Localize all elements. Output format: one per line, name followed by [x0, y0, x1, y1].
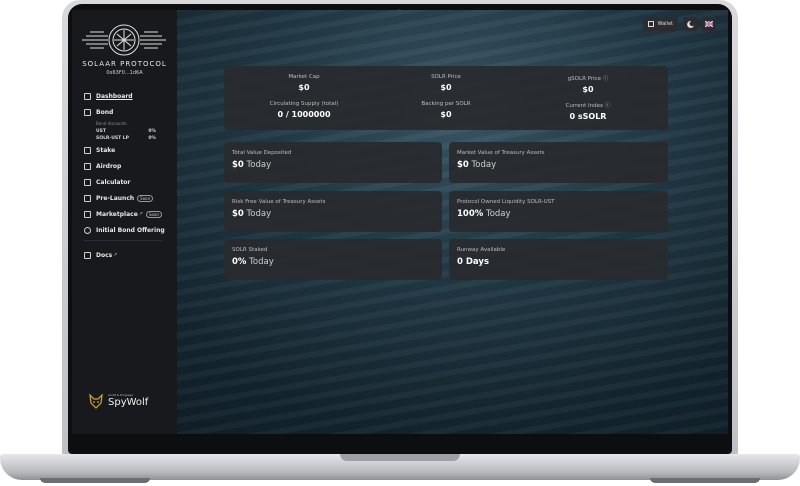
stake-icon: [84, 146, 91, 154]
stat-label: Current Index ⓘ: [565, 103, 611, 109]
external-link-icon: ↗: [138, 211, 143, 217]
sidebar-item-pre-launch[interactable]: Pre-Launch Soon: [84, 192, 172, 204]
sidebar-item-label: Bond: [96, 108, 114, 116]
bond-discount-row[interactable]: UST 0%: [96, 129, 156, 134]
stat-value: $0: [298, 83, 310, 92]
stat-solr-price: SOLR Price $0: [386, 74, 506, 92]
metric-label: Runway Available: [457, 247, 506, 253]
laptop-notch: [340, 454, 460, 461]
docs-icon: [84, 251, 91, 259]
metric-value: $0 Today: [457, 160, 497, 170]
bond-value: 0%: [148, 129, 156, 134]
stat-backing-per-solr: Backing per SOLR $0: [386, 101, 506, 119]
sidebar-item-label: Airdrop: [96, 162, 122, 170]
metric-runway-available: Runway Available 0 Days: [449, 239, 668, 280]
metric-risk-free-value: Risk Free Value of Treasury Assets $0 To…: [224, 191, 442, 232]
laptop-foot-right: [650, 478, 760, 483]
bond-name: SOLR-UST LP: [96, 136, 129, 141]
pre-launch-icon: [84, 194, 91, 202]
metric-total-value-deposited: Total Value Deposited $0 Today: [224, 142, 442, 183]
sidebar-item-initial-bond-offering[interactable]: Initial Bond Offering: [84, 224, 172, 236]
sidebar-item-label: Stake: [96, 146, 116, 154]
sidebar-item-bond[interactable]: Bond: [84, 106, 172, 118]
header-actions: Wallet: [643, 17, 716, 31]
calculator-icon: [84, 178, 91, 186]
app-screen: SOLAAR PROTOCOL 0x63F0...1d6A Dashboard …: [72, 10, 728, 434]
brand-name: SOLAAR PROTOCOL: [82, 60, 167, 68]
metric-solr-staked: SOLR Staked 0% Today: [224, 239, 442, 280]
bond-discount-row[interactable]: SOLR-UST LP 0%: [96, 136, 156, 141]
metric-value: 100% Today: [457, 209, 511, 219]
laptop-foot-left: [40, 478, 150, 483]
metric-label: Risk Free Value of Treasury Assets: [232, 199, 326, 205]
stat-label: Backing per SOLR: [421, 101, 471, 107]
language-button[interactable]: [702, 17, 716, 31]
dashboard-icon: [84, 92, 91, 100]
wallet-icon: [648, 21, 655, 27]
sidebar-item-label: Pre-Launch: [96, 194, 135, 202]
metric-value: 0% Today: [232, 257, 274, 267]
stat-gsolr-price: gSOLR Price ⓘ $0: [528, 74, 648, 94]
wallet-button-label: Wallet: [657, 21, 673, 27]
airdrop-icon: [84, 162, 91, 170]
sidebar-item-label: Dashboard: [96, 92, 133, 100]
wallet-button[interactable]: Wallet: [643, 17, 678, 31]
sidebar-item-calculator[interactable]: Calculator: [84, 176, 172, 188]
bond-name: UST: [96, 129, 106, 134]
stat-label: SOLR Price: [431, 74, 461, 80]
stat-label: gSOLR Price ⓘ: [567, 76, 609, 82]
stat-current-index: Current Index ⓘ 0 sSOLR: [528, 101, 648, 121]
stat-market-cap: Market Cap $0: [244, 74, 364, 92]
stat-value: 0 sSOLR: [569, 112, 607, 121]
sidebar-item-label: Marketplace: [96, 210, 138, 218]
sidebar-nav: Dashboard Bond Bond discounts UST 0% SOL…: [84, 90, 172, 265]
metric-value: $0 Today: [232, 160, 272, 170]
sidebar-item-dashboard[interactable]: Dashboard: [84, 90, 172, 102]
ibo-icon: [84, 226, 91, 234]
stat-value: 0 / 1000000: [277, 110, 331, 119]
stat-label: Circulating Supply (total): [269, 101, 339, 107]
marketplace-icon: [84, 210, 91, 218]
wallet-address: 0x63F0...1d6A: [106, 70, 143, 76]
theme-toggle-button[interactable]: [683, 17, 697, 31]
metric-market-value-treasury: Market Value of Treasury Assets $0 Today: [449, 142, 668, 183]
spywolf-audit-badge[interactable]: Audit & Progress SpyWolf: [88, 393, 158, 411]
stat-circulating-supply: Circulating Supply (total) 0 / 1000000: [244, 101, 364, 119]
bond-value: 0%: [148, 136, 156, 141]
metric-value: 0 Days: [457, 257, 490, 267]
soon-badge: Soon: [137, 194, 154, 202]
sidebar: SOLAAR PROTOCOL 0x63F0...1d6A Dashboard …: [72, 10, 177, 434]
metric-value: $0 Today: [232, 209, 272, 219]
soon-badge: Soon: [145, 210, 162, 218]
uk-flag-icon: [705, 21, 713, 27]
bond-discounts-title: Bond discounts: [96, 121, 127, 126]
sidebar-item-airdrop[interactable]: Airdrop: [84, 160, 172, 172]
solaar-logo-icon: [82, 24, 166, 56]
metric-label: Total Value Deposited: [232, 150, 292, 156]
external-link-icon: ↗: [113, 252, 118, 258]
stat-value: $0: [582, 85, 594, 94]
metric-label: SOLR Staked: [232, 247, 268, 253]
metric-protocol-owned-liquidity: Protocol Owned Liquidity SOLR-UST 100% T…: [449, 191, 668, 232]
wolf-icon: [89, 393, 103, 409]
stat-label: Market Cap: [288, 74, 320, 80]
stat-value: $0: [440, 83, 452, 92]
sidebar-item-stake[interactable]: Stake: [84, 144, 172, 156]
protocol-stats-card: Market Cap $0 SOLR Price $0 gSOLR Price …: [224, 66, 668, 130]
moon-icon: [686, 20, 694, 28]
sidebar-item-docs[interactable]: Docs ↗: [84, 249, 172, 261]
metric-label: Protocol Owned Liquidity SOLR-UST: [457, 199, 555, 205]
bond-icon: [84, 108, 91, 116]
sidebar-item-label: Calculator: [96, 178, 131, 186]
stat-value: $0: [440, 110, 452, 119]
bond-discounts: Bond discounts UST 0% SOLR-UST LP 0%: [96, 121, 172, 141]
sidebar-divider: [84, 240, 162, 241]
audit-name: SpyWolf: [108, 397, 149, 408]
metric-label: Market Value of Treasury Assets: [457, 150, 545, 156]
sidebar-item-marketplace[interactable]: Marketplace ↗ Soon: [84, 208, 172, 220]
sidebar-item-label: Docs: [96, 251, 113, 259]
sidebar-item-label: Initial Bond Offering: [96, 226, 165, 234]
